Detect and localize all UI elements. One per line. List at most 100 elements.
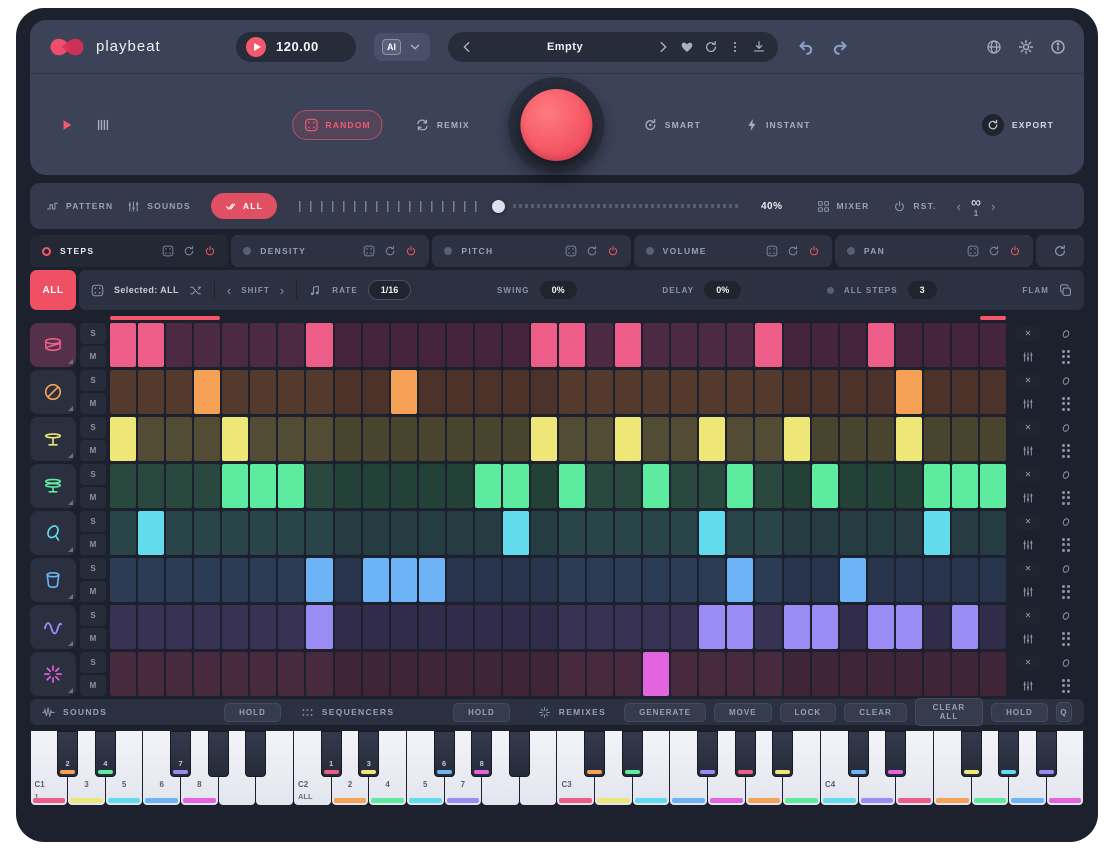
reset-button[interactable]: RST. [893,200,936,213]
step-cell[interactable] [840,370,866,414]
step-cell[interactable] [868,511,894,555]
track-hihato-icon[interactable] [30,464,76,508]
piano-key-csharp3[interactable] [584,731,605,777]
step-cell[interactable] [755,511,781,555]
step-cell[interactable] [194,511,220,555]
step-cell[interactable] [447,417,473,461]
step-cell[interactable] [335,417,361,461]
shaker-humanize-icon[interactable] [1060,657,1072,669]
step-cell[interactable] [868,558,894,602]
step-cell[interactable] [306,464,332,508]
reload-loop-icon[interactable] [704,40,718,54]
step-cell[interactable] [391,511,417,555]
step-cell[interactable] [194,417,220,461]
shift-left-button[interactable]: ‹ [227,284,231,297]
tab-sounds[interactable]: SOUNDS [127,200,191,213]
step-cell[interactable] [812,370,838,414]
pattern-prev-button[interactable]: ‹ [957,200,961,213]
step-cell[interactable] [222,323,248,367]
menu-dots-icon[interactable] [728,40,742,54]
bpm-display[interactable]: 120.00 [276,39,319,54]
step-cell[interactable] [784,652,810,696]
step-cell[interactable] [306,558,332,602]
step-cell[interactable] [363,558,389,602]
step-cell[interactable] [924,558,950,602]
power-icon[interactable] [1009,245,1021,257]
step-cell[interactable] [896,323,922,367]
step-cell[interactable] [643,558,669,602]
step-cell[interactable] [335,323,361,367]
piano-key-asharp3[interactable] [772,731,793,777]
step-cell[interactable] [222,417,248,461]
step-cell[interactable] [363,323,389,367]
mute-button[interactable]: M [80,581,106,602]
step-cell[interactable] [166,417,192,461]
step-cell[interactable] [278,558,304,602]
step-cell[interactable] [587,370,613,414]
shaker-humanize-icon[interactable] [1060,422,1072,434]
step-cell[interactable] [699,417,725,461]
mixer-button[interactable]: MIXER [817,200,870,213]
shaker-humanize-icon[interactable] [1060,469,1072,481]
step-cell[interactable] [784,417,810,461]
step-cell[interactable] [138,511,164,555]
pattern-next-button[interactable]: › [991,200,995,213]
solo-button[interactable]: S [80,652,106,673]
step-cell[interactable] [812,511,838,555]
step-cell[interactable] [363,417,389,461]
step-cell[interactable] [559,605,585,649]
step-cell[interactable] [475,323,501,367]
step-cell[interactable] [250,652,276,696]
step-cell[interactable] [110,511,136,555]
step-cell[interactable] [980,464,1006,508]
step-cell[interactable] [138,605,164,649]
step-cell[interactable] [363,464,389,508]
tab-density[interactable]: DENSITY [231,235,429,267]
step-cell[interactable] [643,652,669,696]
quantize-button[interactable]: Q [1056,702,1072,722]
footer-button-generate[interactable]: GENERATE [624,703,706,722]
step-cell[interactable] [531,652,557,696]
step-cell[interactable] [924,464,950,508]
clear-track-button[interactable]: ✕ [1016,561,1040,577]
step-cell[interactable] [250,511,276,555]
mute-button[interactable]: M [80,487,106,508]
step-cell[interactable] [166,558,192,602]
step-cell[interactable] [335,558,361,602]
piano-key-dsharp3[interactable] [622,731,643,777]
track-mixer-icon[interactable] [1022,398,1034,410]
step-cell[interactable] [166,464,192,508]
shaker-humanize-icon[interactable] [1060,516,1072,528]
step-cell[interactable] [896,558,922,602]
tab-pan[interactable]: PAN [835,235,1033,267]
step-cell[interactable] [475,370,501,414]
step-cell[interactable] [391,464,417,508]
drag-handle[interactable] [1062,397,1071,411]
step-cell[interactable] [924,652,950,696]
step-cell[interactable] [335,370,361,414]
step-cell[interactable] [840,464,866,508]
step-cell[interactable] [615,558,641,602]
step-cell[interactable] [559,464,585,508]
step-cell[interactable] [419,417,445,461]
instant-mode-button[interactable]: INSTANT [734,111,822,139]
step-cell[interactable] [559,417,585,461]
step-cell[interactable] [278,652,304,696]
step-cell[interactable] [980,652,1006,696]
remix-mode-button[interactable]: REMIX [405,111,481,139]
clear-track-button[interactable]: ✕ [1016,420,1040,436]
step-cell[interactable] [868,464,894,508]
step-cell[interactable] [727,652,753,696]
step-cell[interactable] [587,605,613,649]
step-cell[interactable] [138,370,164,414]
step-cell[interactable] [335,652,361,696]
step-cell[interactable] [194,323,220,367]
step-cell[interactable] [812,464,838,508]
step-cell[interactable] [194,652,220,696]
step-cell[interactable] [980,417,1006,461]
ai-preset-button[interactable]: AI [374,33,430,61]
solo-button[interactable]: S [80,605,106,626]
step-cell[interactable] [306,511,332,555]
step-cell[interactable] [643,464,669,508]
step-cell[interactable] [896,511,922,555]
